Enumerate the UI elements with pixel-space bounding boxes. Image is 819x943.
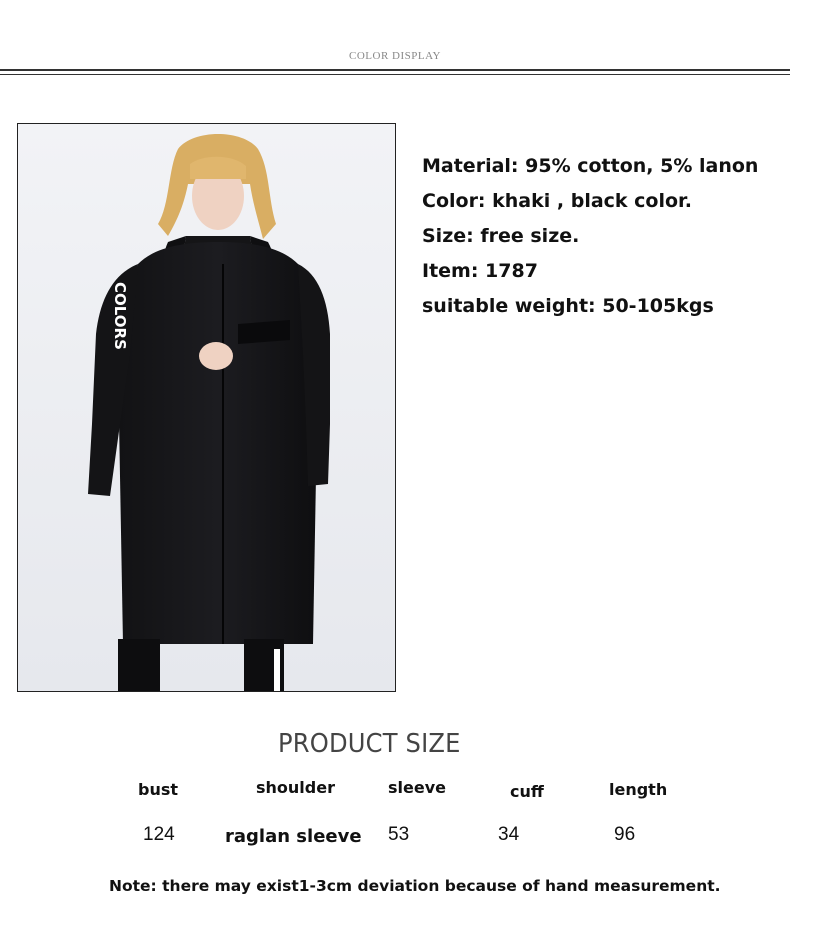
divider-top [0, 69, 790, 71]
spec-material: Material: 95% cotton, 5% lanon [422, 155, 759, 177]
product-size-title: PRODUCT SIZE [278, 729, 461, 759]
header-cuff: cuff [510, 782, 544, 801]
header-sleeve: sleeve [388, 778, 446, 797]
spec-weight: suitable weight: 50-105kgs [422, 295, 714, 317]
spec-item: Item: 1787 [422, 260, 538, 282]
spec-color: Color: khaki , black color. [422, 190, 692, 212]
divider-bottom [0, 74, 790, 75]
value-bust: 124 [143, 824, 175, 845]
header-title: COLOR DISPLAY [349, 50, 441, 62]
header-length: length [609, 780, 668, 799]
value-shoulder: raglan sleeve [225, 826, 362, 847]
header-shoulder: shoulder [256, 778, 335, 797]
value-sleeve: 53 [388, 824, 410, 845]
value-cuff: 34 [498, 824, 520, 845]
product-photo: COLORS [17, 123, 396, 692]
measurement-note: Note: there may exist1-3cm deviation bec… [109, 877, 721, 895]
value-length: 96 [614, 824, 636, 845]
model-illustration: COLORS [18, 124, 395, 691]
spec-size: Size: free size. [422, 225, 580, 247]
spec-list: Material: 95% cotton, 5% lanon Color: kh… [422, 152, 758, 327]
header-bust: bust [138, 780, 179, 799]
sleeve-print-text: COLORS [111, 282, 129, 350]
